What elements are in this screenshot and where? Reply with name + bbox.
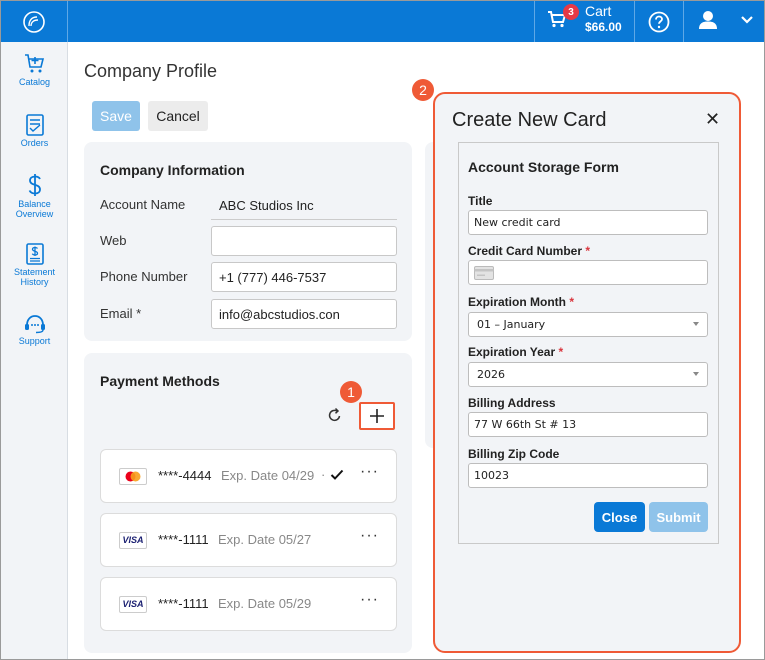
dropdown-caret-icon <box>693 322 699 326</box>
modal-title: Create New Card <box>452 109 607 131</box>
account-name-label: Account Name <box>100 197 186 212</box>
submit-button[interactable]: Submit <box>649 502 708 532</box>
billing-address-label: Billing Address <box>468 396 556 410</box>
user-icon <box>699 11 717 29</box>
credit-card-number-label-text: Credit Card Number <box>468 244 583 258</box>
email-label: Email * <box>100 306 142 321</box>
expiration-month-value: 01 – January <box>477 318 546 331</box>
sidebar: Catalog Orders Balance Overview Statemen… <box>1 42 68 659</box>
title-input[interactable]: New credit card <box>468 210 708 235</box>
save-button[interactable]: Save <box>92 101 140 131</box>
credit-card-number-input[interactable] <box>468 260 708 285</box>
billing-address-input[interactable]: 77 W 66th St # 13 <box>468 412 708 437</box>
close-button[interactable]: Close <box>594 502 645 532</box>
required-mark: * <box>558 345 564 359</box>
cart-plus-icon <box>24 54 44 73</box>
payment-card-row[interactable]: VISA ****-1111 Exp. Date 05/29 ··· <box>100 577 397 631</box>
card-exp-date: Exp. Date 05/29 <box>218 596 312 611</box>
sidebar-item-label: Orders <box>20 138 49 148</box>
card-number: ****-4444 <box>158 468 212 483</box>
web-label: Web <box>100 233 127 248</box>
required-mark: * <box>585 244 591 258</box>
expiration-month-label-text: Expiration Month <box>468 295 566 309</box>
sidebar-item-support[interactable]: Support <box>1 314 68 346</box>
headset-icon <box>24 315 45 334</box>
sidebar-item-statement-history[interactable]: Statement History <box>1 243 68 287</box>
visa-logo-text: VISA <box>122 599 144 609</box>
more-options-icon[interactable]: ··· <box>360 527 379 545</box>
billing-zip-code-label: Billing Zip Code <box>468 447 560 461</box>
card-exp-date: Exp. Date 05/27 <box>218 532 312 547</box>
callout-badge-2: 2 <box>412 79 434 101</box>
web-input[interactable] <box>211 226 397 256</box>
more-options-icon[interactable]: ··· <box>360 463 379 481</box>
credit-card-number-label: Credit Card Number * <box>468 244 590 258</box>
sidebar-item-label: Balance Overview <box>15 199 54 219</box>
callout-badge-1: 1 <box>340 381 362 403</box>
cart-total: $66.00 <box>585 20 622 34</box>
statement-icon <box>25 243 44 265</box>
payment-card-row[interactable]: VISA ****-1111 Exp. Date 05/27 ··· <box>100 513 397 567</box>
card-number: ****-1111 <box>158 596 209 611</box>
email-input[interactable] <box>211 299 397 329</box>
title-label: Title <box>468 194 493 208</box>
sidebar-item-label: Statement History <box>13 267 56 287</box>
page-title: Company Profile <box>84 61 218 81</box>
payment-card-row[interactable]: ****-4444 Exp. Date 04/29 · ··· <box>100 449 397 503</box>
credit-card-icon <box>474 265 494 280</box>
billing-zip-code-input[interactable]: 10023 <box>468 463 708 488</box>
cart-label: Cart <box>585 3 612 19</box>
refresh-icon[interactable] <box>327 407 343 423</box>
cart-button[interactable]: 3 Cart $66.00 <box>534 1 635 42</box>
visa-icon: VISA <box>119 532 147 549</box>
account-name-divider <box>211 219 397 220</box>
logo[interactable] <box>1 1 68 42</box>
sidebar-item-label: Support <box>18 336 51 346</box>
dollar-icon <box>28 174 41 196</box>
expiration-year-select[interactable]: 2026 <box>468 362 708 387</box>
logo-icon <box>23 10 45 33</box>
add-payment-method-button[interactable] <box>359 402 395 430</box>
expiration-month-label: Expiration Month * <box>468 295 574 309</box>
sidebar-item-catalog[interactable]: Catalog <box>1 53 68 87</box>
separator-dot: · <box>321 467 326 482</box>
visa-logo-text: VISA <box>122 535 144 545</box>
dropdown-caret-icon <box>693 372 699 376</box>
expiration-month-select[interactable]: 01 – January <box>468 312 708 337</box>
cancel-button[interactable]: Cancel <box>148 101 208 131</box>
help-icon <box>648 11 670 32</box>
expiration-year-label-text: Expiration Year <box>468 345 556 359</box>
card-number: ****-1111 <box>158 532 209 547</box>
more-options-icon[interactable]: ··· <box>360 591 379 609</box>
expiration-year-label: Expiration Year * <box>468 345 563 359</box>
orders-icon <box>25 114 44 136</box>
sidebar-item-balance-overview[interactable]: Balance Overview <box>1 173 68 219</box>
close-icon[interactable]: ✕ <box>705 109 720 130</box>
chevron-down-icon <box>741 16 753 24</box>
plus-icon <box>370 409 384 423</box>
sidebar-item-label: Catalog <box>18 77 51 87</box>
sidebar-item-orders[interactable]: Orders <box>1 114 68 148</box>
billing-zip-code-value: 10023 <box>474 469 509 482</box>
required-mark: * <box>569 295 575 309</box>
cart-count-badge: 3 <box>563 4 579 20</box>
visa-icon: VISA <box>119 596 147 613</box>
card-exp-date: Exp. Date 04/29 <box>221 468 315 483</box>
payment-methods-title: Payment Methods <box>100 373 220 389</box>
phone-number-label: Phone Number <box>100 269 188 284</box>
mastercard-icon <box>119 468 147 485</box>
expiration-year-value: 2026 <box>477 368 505 381</box>
app-window: 3 Cart $66.00 Catalog Orders Balance Ove… <box>0 0 765 660</box>
default-check-icon <box>330 469 344 480</box>
form-heading: Account Storage Form <box>468 159 619 175</box>
help-button[interactable] <box>635 1 684 42</box>
billing-address-value: 77 W 66th St # 13 <box>474 418 577 431</box>
user-menu[interactable] <box>684 1 764 42</box>
account-name-value: ABC Studios Inc <box>219 198 314 213</box>
company-information-title: Company Information <box>100 162 245 178</box>
phone-number-input[interactable] <box>211 262 397 292</box>
title-input-value: New credit card <box>474 216 561 229</box>
top-bar: 3 Cart $66.00 <box>1 1 764 42</box>
